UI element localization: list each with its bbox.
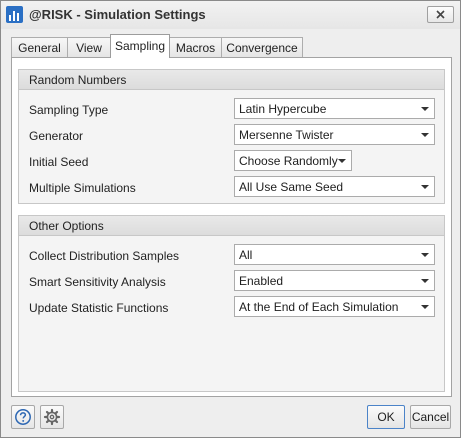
close-icon <box>436 10 445 19</box>
dialog-footer: OK Cancel <box>1 399 460 437</box>
smart-sensitivity-analysis-row: Smart Sensitivity Analysis Enabled <box>19 270 444 291</box>
initial-seed-dropdown[interactable]: Choose Randomly <box>234 150 352 171</box>
update-statistic-functions-value: At the End of Each Simulation <box>239 300 399 314</box>
tab-view[interactable]: View <box>67 37 111 57</box>
tab-convergence[interactable]: Convergence <box>221 37 303 57</box>
tab-macros[interactable]: Macros <box>169 37 222 57</box>
multiple-simulations-dropdown[interactable]: All Use Same Seed <box>234 176 435 197</box>
generator-label: Generator <box>29 129 84 143</box>
sampling-type-dropdown[interactable]: Latin Hypercube <box>234 98 435 119</box>
help-button[interactable] <box>11 405 35 429</box>
risk-app-icon <box>6 6 23 23</box>
chevron-down-icon <box>421 133 429 137</box>
smart-sensitivity-analysis-label: Smart Sensitivity Analysis <box>29 275 166 289</box>
generator-value: Mersenne Twister <box>239 128 334 142</box>
update-statistic-functions-label: Update Statistic Functions <box>29 301 169 315</box>
collect-distribution-samples-row: Collect Distribution Samples All <box>19 244 444 265</box>
random-numbers-header: Random Numbers <box>19 70 444 90</box>
close-button[interactable] <box>427 6 454 23</box>
tab-general[interactable]: General <box>11 37 68 57</box>
initial-seed-row: Initial Seed Choose Randomly <box>19 150 444 171</box>
sampling-type-value: Latin Hypercube <box>239 102 327 116</box>
sampling-tab-panel: Random Numbers Sampling Type Latin Hyper… <box>11 57 452 397</box>
tab-sampling[interactable]: Sampling <box>110 34 170 58</box>
smart-sensitivity-analysis-dropdown[interactable]: Enabled <box>234 270 435 291</box>
random-numbers-group: Random Numbers Sampling Type Latin Hyper… <box>18 69 445 204</box>
other-options-header: Other Options <box>19 216 444 236</box>
generator-row: Generator Mersenne Twister <box>19 124 444 145</box>
chevron-down-icon <box>421 185 429 189</box>
ok-button[interactable]: OK <box>367 405 405 429</box>
smart-sensitivity-analysis-value: Enabled <box>239 274 284 288</box>
sampling-type-row: Sampling Type Latin Hypercube <box>19 98 444 119</box>
initial-seed-label: Initial Seed <box>29 155 89 169</box>
generator-dropdown[interactable]: Mersenne Twister <box>234 124 435 145</box>
gear-icon <box>43 408 61 426</box>
multiple-simulations-value: All Use Same Seed <box>239 180 344 194</box>
simulation-settings-dialog: @RISK - Simulation Settings General View… <box>0 0 461 438</box>
sampling-type-label: Sampling Type <box>29 103 109 117</box>
title-bar: @RISK - Simulation Settings <box>1 1 460 29</box>
help-icon <box>15 409 31 425</box>
collect-distribution-samples-dropdown[interactable]: All <box>234 244 435 265</box>
chevron-down-icon <box>421 107 429 111</box>
other-options-group: Other Options Collect Distribution Sampl… <box>18 215 445 392</box>
chevron-down-icon <box>421 279 429 283</box>
cancel-button[interactable]: Cancel <box>410 405 451 429</box>
collect-distribution-samples-label: Collect Distribution Samples <box>29 249 180 263</box>
multiple-simulations-label: Multiple Simulations <box>29 181 136 195</box>
collect-distribution-samples-value: All <box>239 248 253 262</box>
chevron-down-icon <box>421 253 429 257</box>
chevron-down-icon <box>338 159 346 163</box>
chevron-down-icon <box>421 305 429 309</box>
settings-button[interactable] <box>40 405 64 429</box>
update-statistic-functions-dropdown[interactable]: At the End of Each Simulation <box>234 296 435 317</box>
multiple-simulations-row: Multiple Simulations All Use Same Seed <box>19 176 444 197</box>
initial-seed-value: Choose Randomly <box>239 154 338 168</box>
window-title: @RISK - Simulation Settings <box>29 7 206 22</box>
update-statistic-functions-row: Update Statistic Functions At the End of… <box>19 296 444 317</box>
